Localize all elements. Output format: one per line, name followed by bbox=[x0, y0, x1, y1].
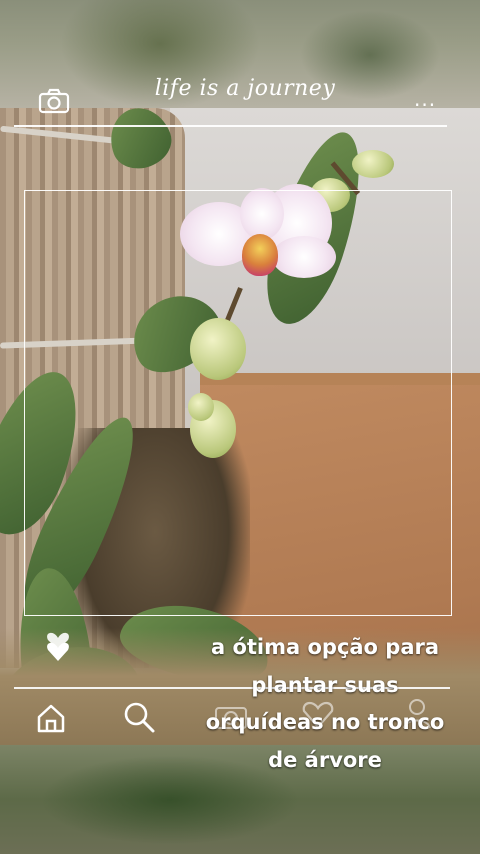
page-title: life is a journey bbox=[154, 76, 336, 101]
heart-icon[interactable] bbox=[44, 628, 72, 664]
home-icon[interactable] bbox=[36, 703, 66, 733]
photo-bud bbox=[352, 150, 394, 178]
photo-frame-overlay bbox=[24, 190, 452, 616]
more-dots-icon[interactable]: ... bbox=[414, 89, 442, 109]
post-caption: a ótima opção para plantar suas orquídea… bbox=[205, 635, 445, 772]
camera-icon[interactable] bbox=[38, 88, 70, 114]
search-icon[interactable] bbox=[122, 700, 156, 734]
header-divider bbox=[14, 125, 447, 127]
